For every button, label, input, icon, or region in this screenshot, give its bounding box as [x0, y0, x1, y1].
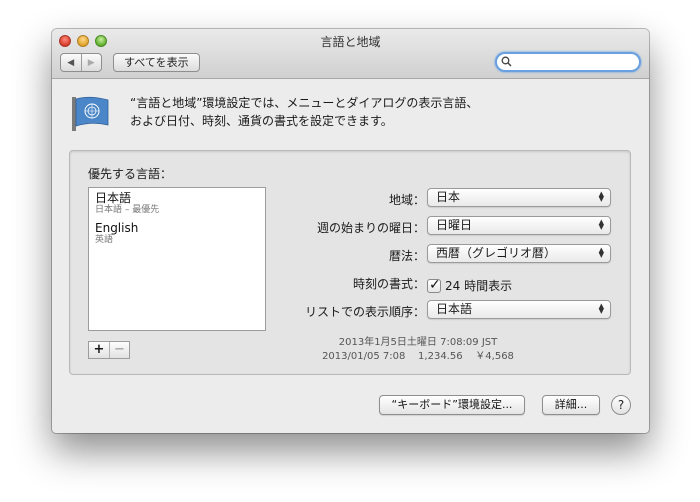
language-name: English	[95, 221, 139, 235]
updown-chevron-icon: ▲ ▼	[598, 190, 604, 203]
region-value: 日本	[436, 190, 461, 204]
back-forward-group: ◀ ▶	[60, 53, 102, 72]
settings-panel: 優先する言語： 日本語 日本語 – 最優先 English 英語 + − 地域：…	[69, 150, 631, 375]
first-day-label: 週の始まりの曜日：	[316, 221, 425, 235]
calendar-value: 西暦（グレゴリオ暦）	[436, 246, 557, 260]
list-order-popup[interactable]: 日本語 ▲ ▼	[427, 300, 611, 319]
checkmark-icon: ✓	[429, 276, 441, 293]
language-list[interactable]: 日本語 日本語 – 最優先 English 英語	[88, 187, 266, 331]
first-day-popup[interactable]: 日曜日 ▲ ▼	[427, 216, 611, 235]
window-title: 言語と地域	[320, 35, 381, 49]
calendar-popup[interactable]: 西暦（グレゴリオ暦） ▲ ▼	[427, 244, 611, 263]
updown-chevron-icon: ▲ ▼	[598, 218, 604, 231]
pane-description: “言語と地域”環境設定では、メニューとダイアログの表示言語、 および日付、時刻、…	[130, 94, 630, 130]
time-format-row: ✓ 24 時間表示	[427, 277, 512, 294]
time-format-label: 時刻の書式：	[352, 277, 425, 291]
list-order-label: リストでの表示順序：	[304, 305, 425, 319]
language-subtitle: 日本語 – 最優先	[95, 205, 160, 215]
help-button[interactable]: ?	[611, 395, 631, 415]
advanced-button[interactable]: 詳細...	[542, 395, 600, 415]
date-sample: 2013年1月5日土曜日 7:08:09 JST	[338, 337, 498, 348]
search-icon	[501, 56, 512, 67]
list-item[interactable]: 日本語 日本語 – 最優先	[89, 188, 265, 218]
updown-chevron-icon: ▲ ▼	[598, 246, 604, 259]
24-hour-checkbox[interactable]: ✓	[427, 276, 441, 293]
calendar-label: 暦法：	[388, 249, 425, 263]
region-label: 地域：	[388, 193, 425, 207]
first-day-value: 日曜日	[436, 218, 473, 232]
description-line-1: “言語と地域”環境設定では、メニューとダイアログの表示言語、	[130, 96, 479, 110]
language-subtitle: 英語	[95, 235, 114, 245]
search-input[interactable]	[514, 55, 634, 69]
back-button[interactable]: ◀	[61, 54, 81, 71]
region-popup[interactable]: 日本 ▲ ▼	[427, 188, 611, 207]
number-sample: 2013/01/05 7:08 1,234.56 ￥4,568	[322, 351, 514, 362]
forward-arrow-icon: ▶	[87, 57, 95, 68]
list-item[interactable]: English 英語	[89, 218, 265, 248]
back-arrow-icon: ◀	[67, 57, 75, 68]
keyboard-preferences-button[interactable]: “キーボード”環境設定...	[379, 395, 525, 415]
help-icon: ?	[617, 398, 625, 412]
description-line-2: および日付、時刻、通貨の書式を設定できます。	[130, 114, 393, 128]
remove-language-button[interactable]: −	[109, 342, 129, 358]
add-remove-group: + −	[88, 341, 130, 359]
titlebar: 言語と地域 ◀ ▶ すべてを表示	[52, 29, 649, 79]
language-name: 日本語	[95, 191, 132, 205]
search-field[interactable]	[495, 52, 641, 72]
add-language-button[interactable]: +	[89, 342, 109, 358]
show-all-button[interactable]: すべてを表示	[113, 53, 200, 72]
un-flag-icon	[72, 96, 109, 131]
forward-button[interactable]: ▶	[80, 54, 102, 71]
preferences-window: 言語と地域 ◀ ▶ すべてを表示 “言語と地域”環境設定では、メニューとダイアロ…	[52, 29, 649, 433]
24-hour-label[interactable]: 24 時間表示	[445, 277, 512, 294]
preferred-languages-label: 優先する言語：	[88, 167, 173, 181]
updown-chevron-icon: ▲ ▼	[598, 302, 604, 315]
list-order-value: 日本語	[436, 302, 473, 316]
